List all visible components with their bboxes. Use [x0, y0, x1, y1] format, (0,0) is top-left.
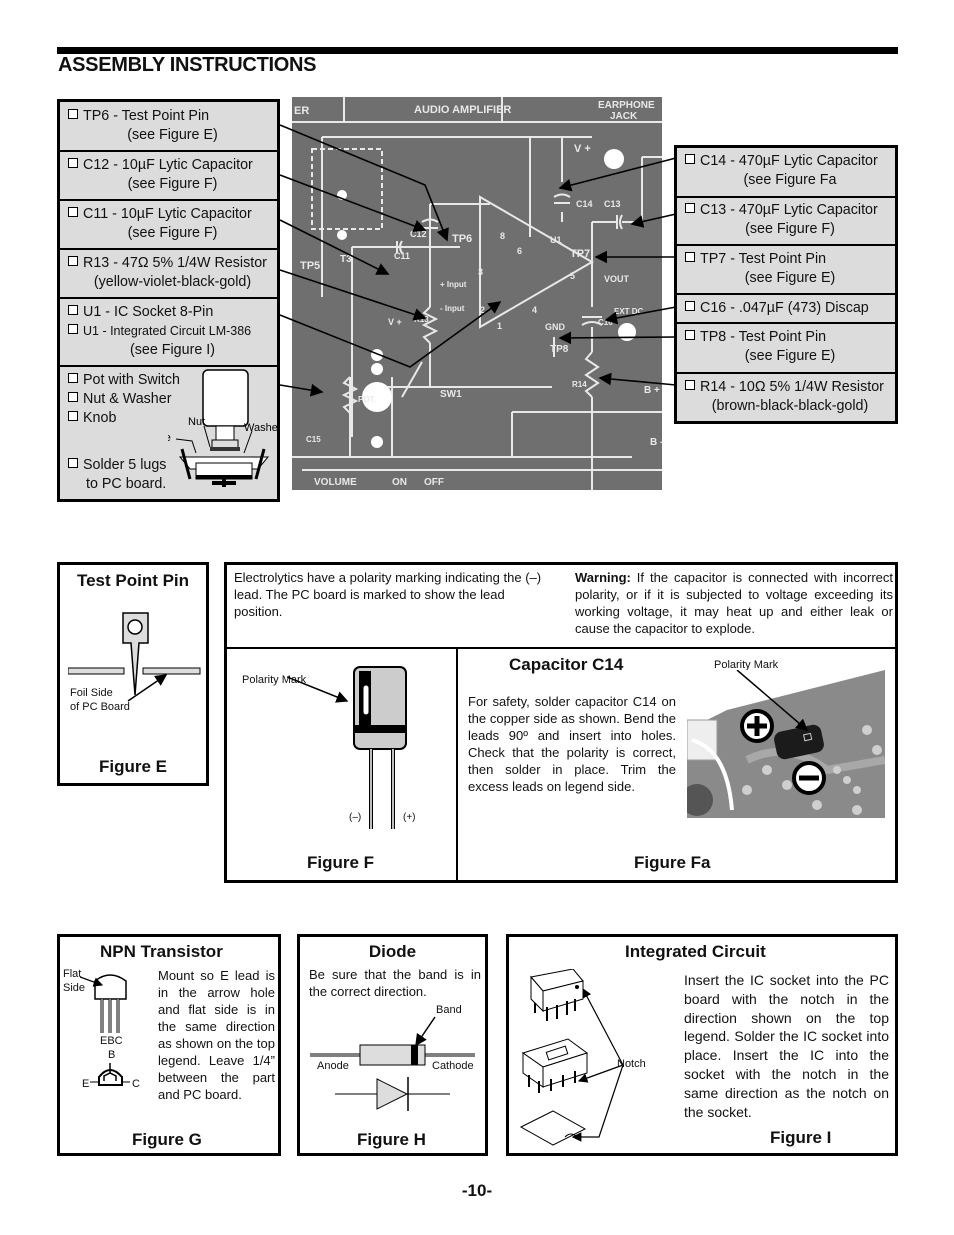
positive-lead-label: (+): [403, 812, 416, 823]
diode-title: Diode: [368, 942, 417, 961]
checkbox[interactable]: [685, 252, 695, 262]
figure-i: Integrated Circuit Notch Insert the IC s…: [506, 934, 898, 1156]
figure-fa-caption: Figure Fa: [634, 853, 711, 872]
integrated-circuit-title: Integrated Circuit: [625, 942, 766, 961]
checkbox[interactable]: [685, 203, 695, 213]
npn-transistor-icon: [80, 974, 130, 1086]
notch-label: Notch: [617, 1058, 646, 1070]
leader-tp6: [279, 124, 449, 242]
figure-e-title: Test Point Pin: [76, 571, 190, 590]
figure-e-caption: Figure E: [98, 757, 167, 776]
figure-f-caption: Figure F: [307, 853, 375, 872]
checkbox[interactable]: [685, 154, 695, 164]
leader-u1: [279, 301, 502, 368]
b-label: B: [108, 1049, 116, 1061]
capacitor-c14-title: Capacitor C14: [509, 655, 624, 674]
leader-r13: [279, 269, 427, 321]
part-item: TP8 - Test Point Pin (see Figure E): [677, 324, 895, 374]
leader-r14: [598, 372, 677, 386]
checkbox[interactable]: [685, 330, 695, 340]
part-item: R14 - 10Ω 5% 1/4W Resistor (brown-black-…: [677, 374, 895, 421]
integrated-circuit-text: Insert the IC socket into the PC board w…: [684, 972, 889, 1120]
ebc-label: EBC: [100, 1035, 123, 1047]
cathode-label: Cathode: [432, 1060, 474, 1072]
e-label: E: [82, 1078, 90, 1090]
leader-c16: [604, 306, 677, 325]
npn-transistor-text: Mount so E lead is in the arrow hole and…: [158, 968, 275, 1102]
electrolytic-capacitor-icon: [287, 666, 407, 829]
leader-tp8: [558, 331, 677, 345]
figure-h: Diode Be sure that the band is in the co…: [297, 934, 488, 1156]
part-item: C16 - .047µF (473) Discap: [677, 295, 895, 324]
leader-c13: [630, 213, 677, 228]
leader-c14: [558, 157, 677, 192]
figure-i-caption: Figure I: [770, 1128, 832, 1147]
divider: [456, 647, 458, 880]
right-parts-list: C14 - 470µF Lytic Capacitor (see Figure …: [674, 145, 898, 424]
npn-transistor-title: NPN Transistor: [100, 942, 223, 961]
leader-pot: [279, 383, 324, 397]
anode-label: Anode: [317, 1060, 349, 1072]
checkbox[interactable]: [685, 380, 695, 390]
capacitor-c14-photo: [687, 670, 885, 818]
part-item: C14 - 470µF Lytic Capacitor (see Figure …: [677, 148, 895, 198]
figure-e: Test Point Pin Foil Side of PC Board Figu…: [57, 562, 209, 786]
leader-c12: [279, 174, 427, 233]
figure-g: NPN Transistor Flat Side EBC B E C Mount …: [57, 934, 281, 1156]
page-number: -10-: [461, 1181, 493, 1200]
negative-lead-label: (–): [349, 812, 362, 823]
figure-h-caption: Figure H: [357, 1130, 426, 1149]
part-item: TP7 - Test Point Pin (see Figure E): [677, 246, 895, 295]
c-label: C: [132, 1078, 140, 1090]
divider: [227, 647, 895, 649]
electrolytics-text: Electrolytics have a polarity marking in…: [234, 570, 542, 619]
checkbox[interactable]: [685, 301, 695, 311]
warning-text: Warning: If the capacitor is connected w…: [575, 570, 893, 636]
part-item: C13 - 470µF Lytic Capacitor (see Figure …: [677, 198, 895, 246]
capacitor-c14-text: For safety, solder capacitor C14 on the …: [468, 694, 676, 794]
electrolytics-box: Electrolytics have a polarity marking in…: [224, 562, 898, 883]
figure-g-caption: Figure G: [132, 1130, 202, 1149]
foil-side-label: Foil Side of PC Board: [70, 687, 130, 713]
leader-c11: [279, 219, 390, 275]
diode-text: Be sure that the band is in the correct …: [309, 967, 481, 999]
